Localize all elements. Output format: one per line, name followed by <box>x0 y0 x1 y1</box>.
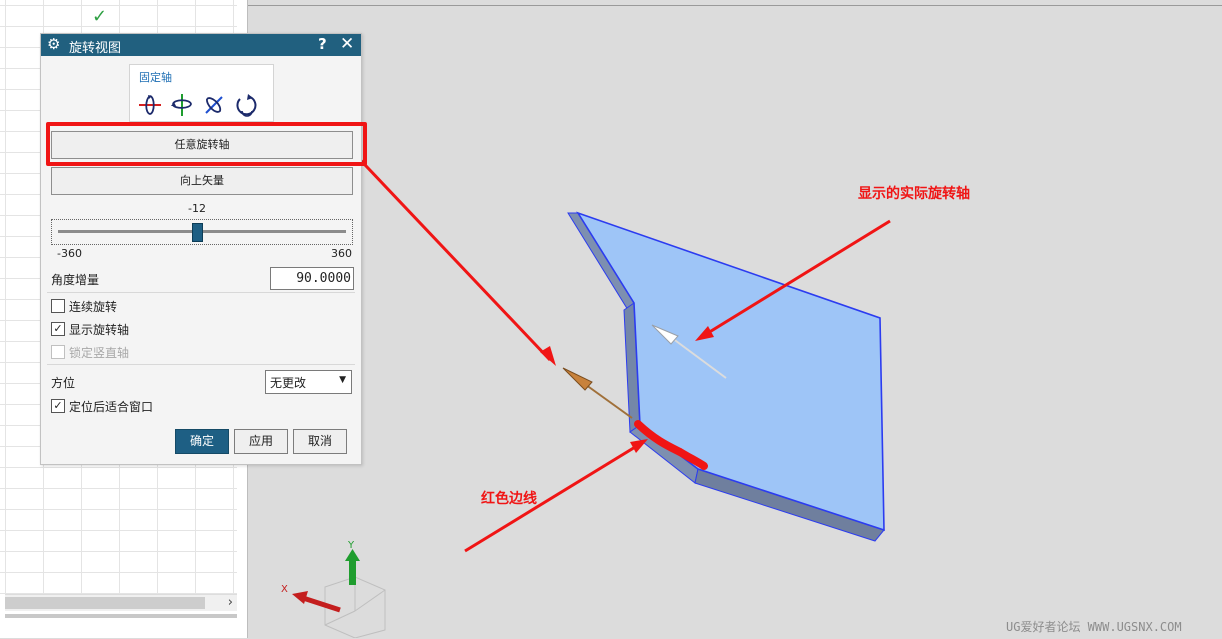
checkbox-label: 显示旋转轴 <box>69 323 130 337</box>
checkbox-box[interactable]: ✓ <box>51 322 65 336</box>
divider <box>47 292 355 293</box>
rotate-free-icon[interactable] <box>234 93 258 117</box>
rotate-y-axis-icon[interactable] <box>170 93 194 117</box>
slider-value: -12 <box>188 202 206 215</box>
slider-thumb[interactable] <box>192 223 204 242</box>
fixed-axis-group: 固定轴 <box>129 64 274 122</box>
divider <box>47 364 355 365</box>
dialog-titlebar[interactable]: ⚙ 旋转视图 ? ✕ <box>41 34 361 56</box>
rotate-z-axis-icon[interactable] <box>202 93 226 117</box>
orientation-value: 无更改 <box>270 376 307 390</box>
fixed-axis-label: 固定轴 <box>139 71 172 84</box>
checkbox-label: 连续旋转 <box>69 300 118 314</box>
checkbox-box[interactable] <box>51 299 65 313</box>
watermark: UG爱好者论坛 WWW.UGSNX.COM <box>1006 620 1182 634</box>
apply-button[interactable]: 应用 <box>234 429 288 454</box>
triad-y-label: Y <box>348 540 355 551</box>
ok-button[interactable]: 确定 <box>175 429 229 454</box>
annotation-actual-axis: 显示的实际旋转轴 <box>858 186 970 202</box>
up-vector-button[interactable]: 向上矢量 <box>51 167 353 195</box>
arbitrary-axis-line <box>581 381 633 419</box>
arbitrary-axis-head <box>562 367 593 391</box>
wcs-triad <box>292 549 386 638</box>
angle-slider[interactable] <box>51 219 353 245</box>
rotate-x-axis-icon[interactable] <box>138 93 162 117</box>
slider-min-label: -360 <box>57 247 82 260</box>
triad-x-label: X <box>281 584 288 595</box>
slider-max-label: 360 <box>331 247 352 260</box>
angle-increment-input[interactable]: 90.0000 <box>270 267 354 290</box>
checkbox-label: 定位后适合窗口 <box>69 400 154 414</box>
orientation-label: 方位 <box>51 376 76 390</box>
annotation-red-edge: 红色边线 <box>481 491 537 507</box>
arbitrary-axis-button[interactable]: 任意旋转轴 <box>51 131 353 159</box>
question-icon[interactable]: ? <box>318 35 327 53</box>
checkbox-box <box>51 345 65 359</box>
orientation-select[interactable]: 无更改 ▼ <box>265 370 352 394</box>
checkbox-label: 锁定竖直轴 <box>69 346 130 360</box>
chevron-down-icon[interactable]: ▼ <box>339 375 346 385</box>
angle-increment-label: 角度增量 <box>51 273 100 287</box>
cancel-button[interactable]: 取消 <box>293 429 347 454</box>
checkbox-box[interactable]: ✓ <box>51 399 65 413</box>
rotate-view-dialog: ⚙ 旋转视图 ? ✕ 固定轴 任意旋转轴 向上矢量 -12 -360 360 角… <box>40 33 367 465</box>
close-icon[interactable]: ✕ <box>340 34 354 54</box>
dialog-title: 旋转视图 <box>69 41 122 56</box>
gear-icon: ⚙ <box>47 35 61 53</box>
